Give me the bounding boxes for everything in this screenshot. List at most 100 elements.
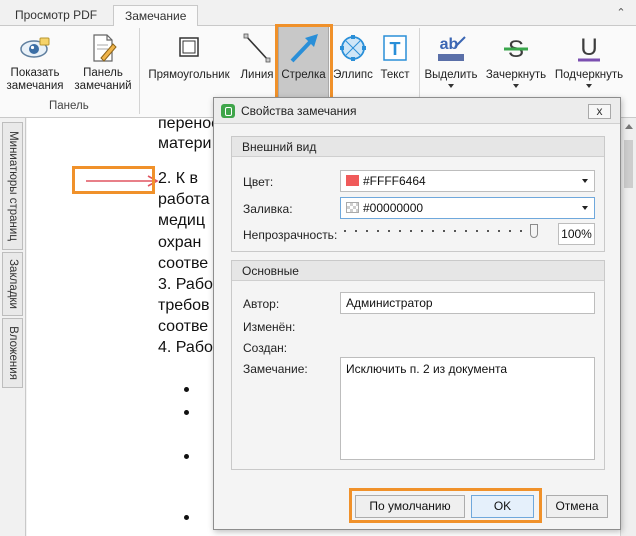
opacity-value-field[interactable]: 100% xyxy=(558,223,595,245)
slider-tick xyxy=(465,230,467,232)
slider-tick xyxy=(432,230,434,232)
strikeout-icon: S xyxy=(500,32,532,64)
side-tab-attachments[interactable]: Вложения xyxy=(2,318,23,388)
underline-icon: U xyxy=(573,32,605,64)
text-icon-glyph: T xyxy=(390,39,401,59)
comment-textarea[interactable]: Исключить п. 2 из документа xyxy=(340,357,595,460)
slider-tick xyxy=(399,230,401,232)
slider-tick xyxy=(377,230,379,232)
slider-tick xyxy=(366,230,368,232)
slider-tick xyxy=(388,230,390,232)
comments-panel-button[interactable]: Панель замечаний xyxy=(70,28,136,100)
note-pencil-icon xyxy=(87,32,119,64)
chevron-down-icon xyxy=(582,179,588,183)
strikeout-label: Зачеркнуть xyxy=(485,69,547,81)
author-field[interactable]: Администратор xyxy=(340,292,595,314)
list-bullet xyxy=(184,410,189,415)
text-tool-button[interactable]: T Текст xyxy=(377,28,413,100)
underline-button[interactable]: U Подчеркнуть xyxy=(552,28,626,100)
arrow-label: Стрелка xyxy=(281,69,326,81)
arrow-icon xyxy=(288,32,320,64)
side-tab-attachments-label: Вложения xyxy=(6,326,19,380)
highlight-icon-glyph: ab xyxy=(440,36,459,53)
slider-tick xyxy=(476,230,478,232)
scroll-up-icon[interactable] xyxy=(625,124,633,129)
comment-label: Замечание: xyxy=(243,362,308,376)
color-swatch xyxy=(346,175,359,187)
app-icon xyxy=(221,104,235,118)
vertical-scrollbar[interactable] xyxy=(620,118,636,536)
basic-section: Основные Автор: Администратор Изменён: С… xyxy=(231,260,605,470)
slider-tick xyxy=(509,230,511,232)
doc-line: 2. К в xyxy=(158,170,199,187)
ellipse-tool-button[interactable]: Эллипс xyxy=(332,28,374,100)
rectangle-tool-button[interactable]: Прямоугольник xyxy=(143,28,235,100)
doc-line: работа xyxy=(158,191,210,208)
rectangle-label: Прямоугольник xyxy=(148,69,230,81)
color-value: #FFFF6464 xyxy=(363,174,426,188)
slider-tick xyxy=(454,230,456,232)
arrow-tool-button[interactable]: Стрелка xyxy=(278,26,329,98)
slider-tick xyxy=(355,230,357,232)
slider-tick xyxy=(410,230,412,232)
tab-bar: Просмотр PDF Замечание ⌃ xyxy=(0,0,636,27)
basic-section-title: Основные xyxy=(232,261,604,281)
comment-properties-dialog: Свойства замечания x Внешний вид Цвет: #… xyxy=(213,97,621,530)
opacity-label: Непрозрачность: xyxy=(243,228,338,242)
chevron-down-icon xyxy=(582,206,588,210)
side-tab-bookmarks-label: Закладки xyxy=(6,259,19,309)
doc-line: медиц xyxy=(158,212,205,229)
color-dropdown[interactable]: #FFFF6464 xyxy=(340,170,595,192)
eye-icon xyxy=(19,32,51,64)
close-icon[interactable]: x xyxy=(588,104,611,119)
author-label: Автор: xyxy=(243,297,280,311)
rectangle-icon xyxy=(173,32,205,64)
fill-label: Заливка: xyxy=(243,202,293,216)
show-comments-label: Показать замечания xyxy=(6,67,64,92)
doc-line: матери xyxy=(158,135,212,152)
show-comments-button[interactable]: Показать замечания xyxy=(4,28,66,100)
line-label: Линия xyxy=(240,69,274,81)
tab-pdf-view[interactable]: Просмотр PDF xyxy=(4,5,108,27)
ellipse-icon xyxy=(337,32,369,64)
list-bullet xyxy=(184,515,189,520)
scrollbar-thumb[interactable] xyxy=(624,140,633,188)
fill-dropdown[interactable]: #00000000 xyxy=(340,197,595,219)
ok-button[interactable]: OK xyxy=(471,495,534,518)
dialog-titlebar[interactable]: Свойства замечания x xyxy=(214,98,620,124)
slider-tick xyxy=(487,230,489,232)
fill-value: #00000000 xyxy=(363,201,424,215)
slider-tick xyxy=(520,230,522,232)
doc-line: требов xyxy=(158,297,210,314)
doc-line: 4. Рабо xyxy=(158,339,213,356)
default-button[interactable]: По умолчанию xyxy=(355,495,465,518)
dialog-title: Свойства замечания xyxy=(241,104,357,118)
strikeout-button[interactable]: S Зачеркнуть xyxy=(482,28,550,100)
side-tab-bookmarks[interactable]: Закладки xyxy=(2,252,23,316)
doc-line: соотве xyxy=(158,318,209,335)
ribbon-collapse-icon[interactable]: ⌃ xyxy=(614,6,628,20)
highlight-icon: ab xyxy=(435,32,467,64)
tab-comment[interactable]: Замечание xyxy=(113,5,199,27)
ribbon-separator xyxy=(139,28,140,114)
chevron-down-icon[interactable] xyxy=(448,84,454,88)
cancel-button[interactable]: Отмена xyxy=(546,495,608,518)
list-bullet xyxy=(184,454,189,459)
color-label: Цвет: xyxy=(243,175,274,189)
appearance-section-title: Внешний вид xyxy=(232,137,604,157)
chevron-down-icon[interactable] xyxy=(513,84,519,88)
slider-tick xyxy=(421,230,423,232)
side-tab-thumbnails[interactable]: Миниатюры страниц xyxy=(2,122,23,250)
highlight-button[interactable]: ab Выделить xyxy=(422,28,480,100)
doc-line: соотве xyxy=(158,255,209,272)
chevron-down-icon[interactable] xyxy=(586,84,592,88)
slider-tick xyxy=(443,230,445,232)
line-tool-button[interactable]: Линия xyxy=(238,28,276,100)
opacity-slider-handle[interactable] xyxy=(530,224,538,238)
text-icon: T xyxy=(379,32,411,64)
side-panel: Миниатюры страниц Закладки Вложения xyxy=(0,118,26,536)
opacity-slider[interactable] xyxy=(340,224,538,238)
arrow-annotation[interactable] xyxy=(84,173,164,189)
underline-label: Подчеркнуть xyxy=(554,69,624,81)
created-label: Создан: xyxy=(243,341,288,355)
